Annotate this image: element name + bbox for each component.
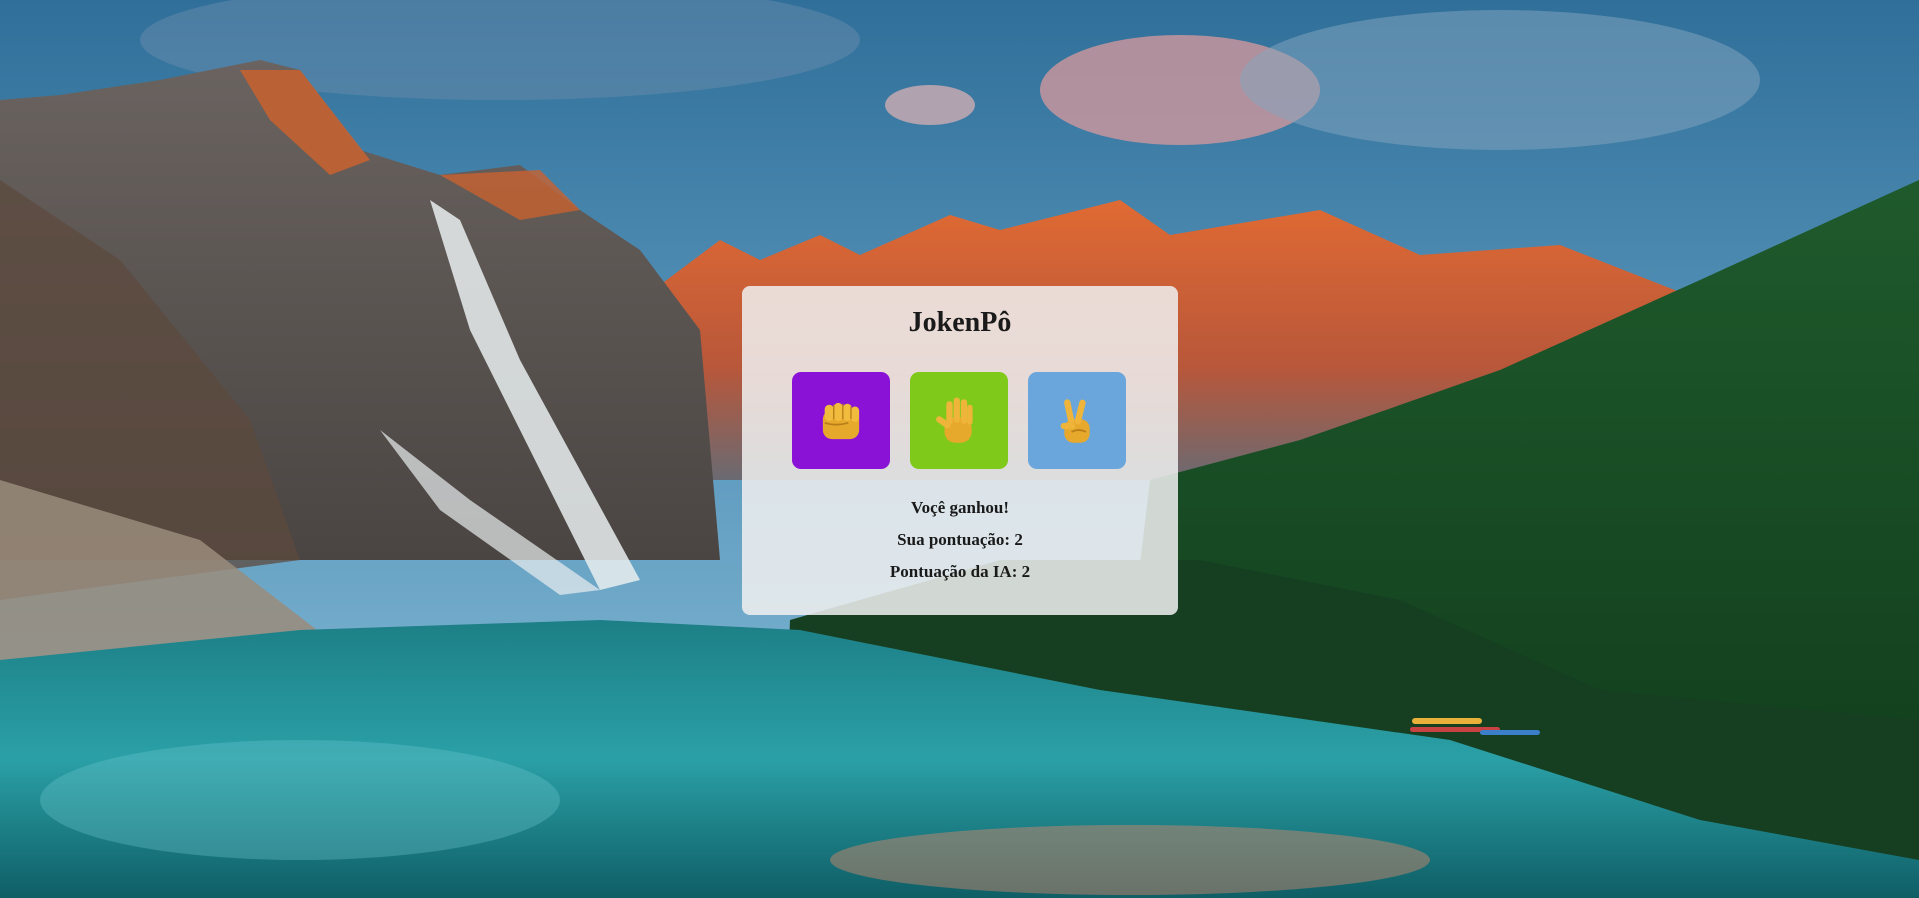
paper-button[interactable] bbox=[910, 372, 1008, 469]
result-area: Voçê ganhou! Sua pontuação: 2 Pontuação … bbox=[742, 498, 1178, 594]
open-hand-icon bbox=[936, 396, 973, 443]
scissors-button[interactable] bbox=[1028, 372, 1126, 469]
player-score: Sua pontuação: 2 bbox=[897, 530, 1023, 549]
choice-buttons bbox=[792, 372, 1126, 469]
game-title: JokenPô bbox=[908, 307, 1012, 338]
ai-score: Pontuação da IA: 2 bbox=[889, 562, 1031, 581]
result-message: Voçê ganhou! bbox=[910, 498, 1010, 517]
game-panel: JokenPô Voçê ganhou! Sua pontuação: 2 Po… bbox=[742, 286, 1178, 615]
rock-button[interactable] bbox=[792, 372, 890, 469]
fist-icon bbox=[822, 402, 860, 439]
victory-hand-icon bbox=[1060, 398, 1090, 443]
background-landscape: JokenPô Voçê ganhou! Sua pontuação: 2 Po… bbox=[0, 0, 1919, 898]
